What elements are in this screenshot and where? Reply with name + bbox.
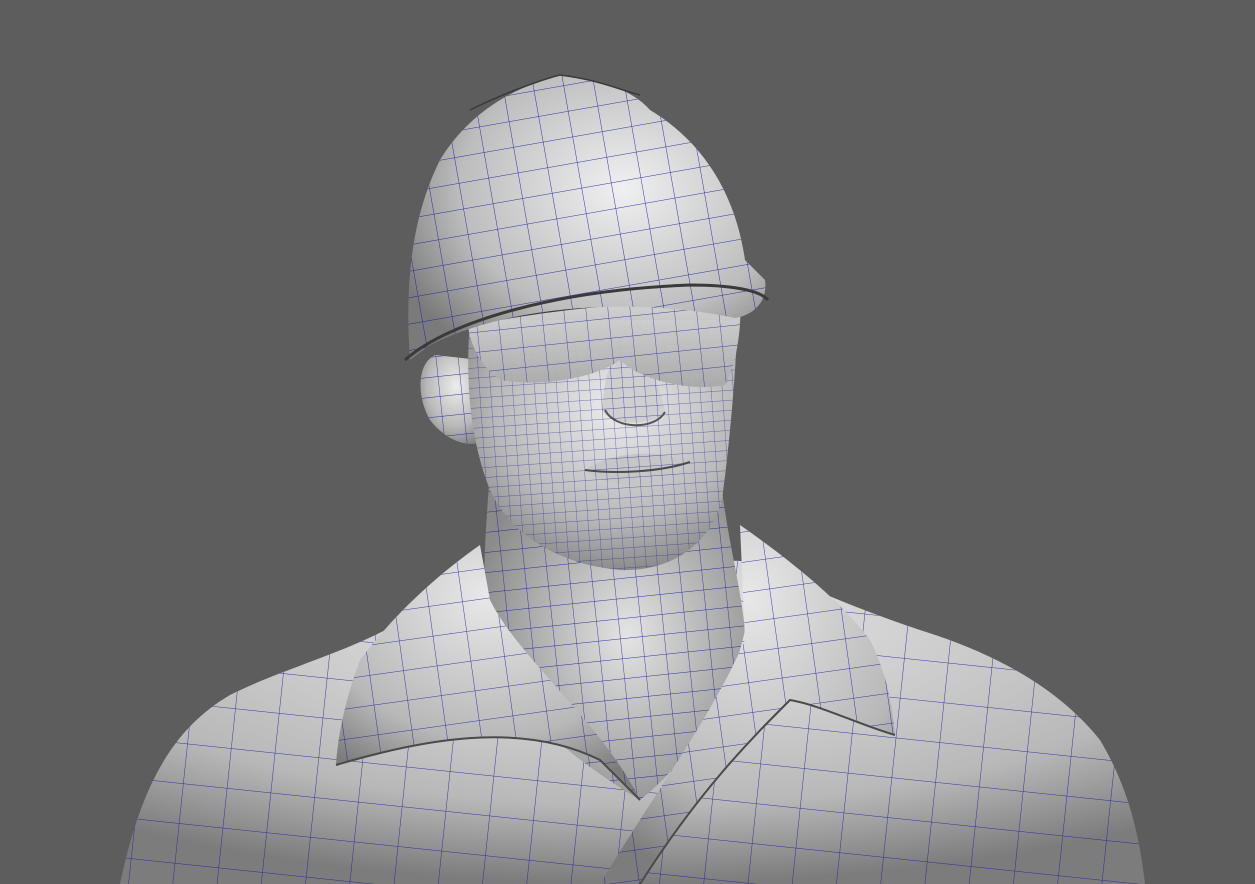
3d-viewport[interactable]	[0, 0, 1255, 884]
wireframe-model	[120, 74, 1145, 884]
